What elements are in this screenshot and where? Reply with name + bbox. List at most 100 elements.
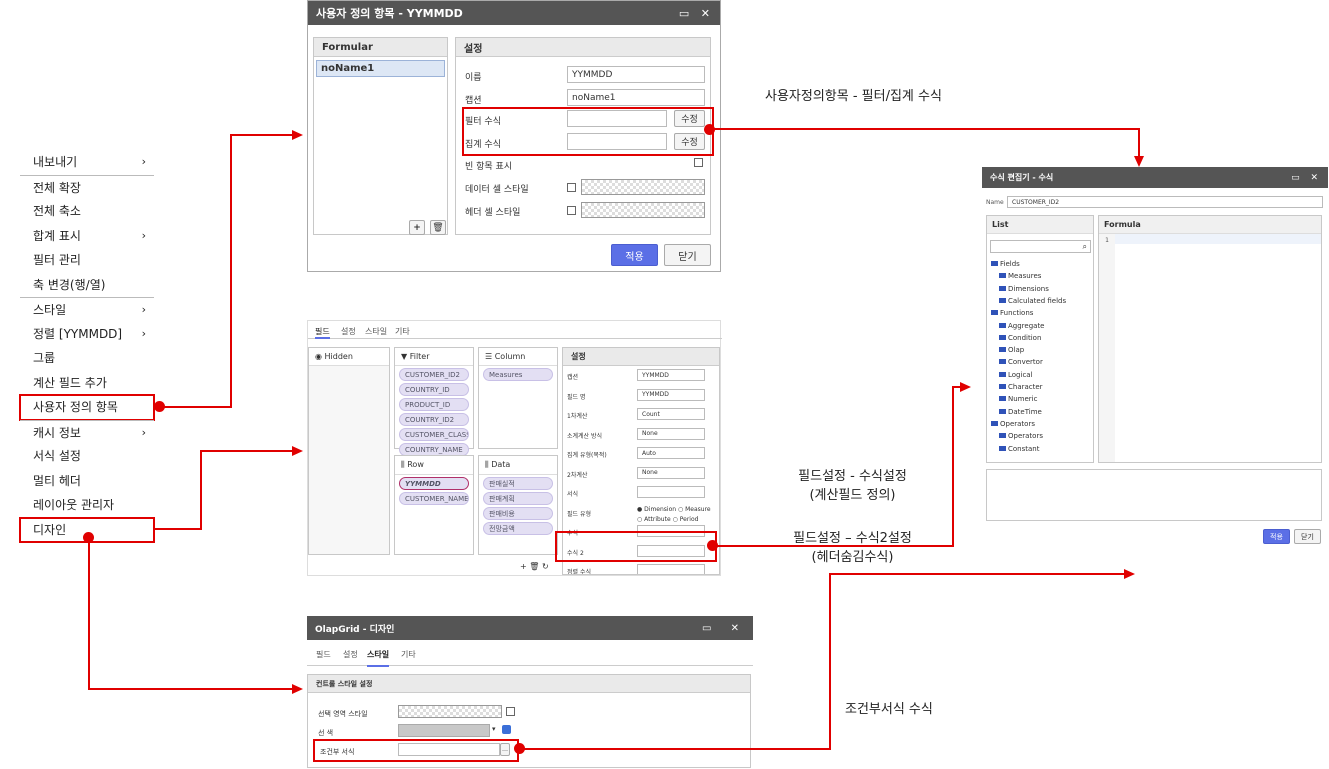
tree-item[interactable]: Logical: [999, 371, 1033, 379]
design-tab-etc[interactable]: 기타: [401, 649, 416, 660]
field-chip[interactable]: CUSTOMER_CLASS: [399, 428, 469, 441]
hidden-area[interactable]: ◉ Hidden: [308, 347, 390, 555]
chevron-right-icon: ›: [141, 425, 146, 439]
tab-settings[interactable]: 설정: [341, 326, 356, 337]
tree-item[interactable]: Constant: [999, 445, 1039, 453]
tree-item[interactable]: DateTime: [999, 408, 1042, 416]
header-style-swatch[interactable]: [581, 202, 705, 218]
menu-item[interactable]: 캐시 정보 ›: [20, 419, 154, 445]
tree-item[interactable]: Fields: [991, 260, 1020, 268]
field-chip[interactable]: PRODUCT_ID: [399, 398, 469, 411]
line-color-select[interactable]: [398, 724, 490, 737]
field-chip[interactable]: Measures: [483, 368, 553, 381]
formula-editor[interactable]: [1115, 234, 1321, 244]
formular-item[interactable]: noName1: [316, 60, 445, 77]
prop-row: 필드 명 YYMMDD: [563, 386, 719, 406]
menu-item[interactable]: 필터 관리: [20, 248, 154, 273]
field-props-header: 설정: [563, 348, 719, 366]
chevron-down-icon[interactable]: ▾: [492, 725, 496, 733]
prop-input[interactable]: None: [637, 427, 705, 440]
menu-item[interactable]: 전체 확장: [20, 174, 154, 200]
menu-item[interactable]: 축 변경(행/열): [20, 273, 154, 298]
field-chip[interactable]: COUNTRY_ID2: [399, 413, 469, 426]
column-area[interactable]: ☰ Column Measures: [478, 347, 558, 449]
formula-editor-dialog: 수식 편집기 - 수식 ▭ ✕ Name CUSTOMER_ID2 List ⌕…: [982, 167, 1328, 551]
tree-item[interactable]: Condition: [999, 334, 1041, 342]
field-chip[interactable]: CUSTOMER_ID2: [399, 368, 469, 381]
filter-area[interactable]: ▼ Filter CUSTOMER_ID2 COUNTRY_ID PRODUCT_I…: [394, 347, 474, 456]
tree-item[interactable]: Dimensions: [999, 285, 1049, 293]
field-chip[interactable]: 전망금액: [483, 522, 553, 535]
field-chip[interactable]: YYMMDD: [399, 477, 469, 490]
tab-field[interactable]: 필드: [315, 326, 330, 339]
tree-item[interactable]: Functions: [991, 309, 1033, 317]
context-menu: 내보내기 › 전체 확장 전체 축소 합계 표시 › 필터 관리 축 변경(행/열) 스타일 › 정…: [19, 150, 155, 543]
apply-button[interactable]: 적용: [611, 244, 658, 266]
selection-style-swatch[interactable]: [398, 705, 502, 718]
list-search-input[interactable]: ⌕: [990, 240, 1091, 253]
menu-item[interactable]: 내보내기 ›: [20, 150, 154, 175]
tree-item[interactable]: Aggregate: [999, 322, 1045, 330]
menu-item[interactable]: 계산 필드 추가: [20, 371, 154, 396]
name-input[interactable]: YYMMDD: [567, 66, 705, 83]
settings-header: 설정: [456, 38, 710, 57]
menu-item[interactable]: 서식 설정: [20, 444, 154, 469]
data-area[interactable]: ⫼ Data 판매실적 판매계획 판매비용 전망금액: [478, 455, 558, 555]
menu-item[interactable]: 레이아웃 관리자: [20, 493, 154, 518]
close-button[interactable]: 닫기: [664, 244, 711, 266]
tree-item[interactable]: Olap: [999, 346, 1024, 354]
caption-input[interactable]: noName1: [567, 89, 705, 106]
design-tab-style[interactable]: 스타일: [367, 649, 390, 667]
prop-input[interactable]: YYMMDD: [637, 388, 705, 401]
empty-item-checkbox[interactable]: [694, 158, 703, 167]
menu-item[interactable]: 사용자 정의 항목: [19, 394, 155, 421]
menu-item[interactable]: 정렬 [YYMMDD] ›: [20, 322, 154, 347]
prop-input[interactable]: [637, 486, 705, 498]
design-tab-field[interactable]: 필드: [316, 649, 331, 660]
formula-apply-button[interactable]: 적용: [1263, 529, 1290, 544]
field-chip[interactable]: 판매계획: [483, 492, 553, 505]
data-style-swatch[interactable]: [581, 179, 705, 195]
window-controls[interactable]: ▭ ✕: [679, 7, 720, 20]
prop-input[interactable]: Count: [637, 408, 705, 420]
field-chip[interactable]: 판매비용: [483, 507, 553, 520]
tree-item[interactable]: Calculated fields: [999, 297, 1066, 305]
field-chip[interactable]: 판매실적: [483, 477, 553, 490]
menu-item[interactable]: 합계 표시 ›: [20, 224, 154, 249]
prop-input[interactable]: [637, 564, 705, 574]
tree-item[interactable]: Measures: [999, 272, 1041, 280]
design-tab-settings[interactable]: 설정: [343, 649, 358, 660]
prop-input[interactable]: None: [637, 466, 705, 479]
line-color-checkbox[interactable]: [502, 725, 511, 734]
tree-item-label: Operators: [1000, 419, 1035, 428]
tree-item[interactable]: Numeric: [999, 395, 1037, 403]
radio-dimension[interactable]: ● Dimension: [637, 506, 676, 513]
formula-close-button[interactable]: 닫기: [1294, 529, 1321, 544]
menu-item[interactable]: 그룹: [20, 346, 154, 371]
menu-item[interactable]: 전체 축소: [20, 199, 154, 224]
tree-item[interactable]: Character: [999, 383, 1043, 391]
tree-item[interactable]: Operators: [991, 420, 1035, 428]
selection-style-checkbox[interactable]: [506, 707, 515, 716]
data-style-checkbox[interactable]: [567, 183, 576, 192]
tree-item-label: Constant: [1008, 444, 1040, 453]
prop-input[interactable]: Auto: [637, 447, 705, 459]
tab-etc[interactable]: 기타: [395, 326, 410, 337]
tab-style[interactable]: 스타일: [365, 326, 387, 337]
prop-row: 1차계산 Count: [563, 405, 719, 425]
prop-input[interactable]: YYMMDD: [637, 369, 705, 381]
field-chip[interactable]: COUNTRY_ID: [399, 383, 469, 396]
menu-item[interactable]: 스타일 ›: [20, 297, 154, 322]
field-chip[interactable]: CUSTOMER_NAME: [399, 492, 469, 505]
tree-item[interactable]: Operators: [999, 432, 1043, 440]
design-window-controls[interactable]: ▭ ✕: [702, 623, 753, 634]
delete-icon[interactable]: 🗑: [430, 220, 446, 235]
add-button[interactable]: +: [409, 220, 425, 235]
formula-name-input[interactable]: CUSTOMER_ID2: [1007, 196, 1323, 208]
menu-item[interactable]: 멀티 헤더: [20, 469, 154, 494]
tree-item[interactable]: Convertor: [999, 358, 1043, 366]
row-area[interactable]: ⫼ Row YYMMDD CUSTOMER_NAME: [394, 455, 474, 555]
header-style-checkbox[interactable]: [567, 206, 576, 215]
field-toolbar[interactable]: + 🗑 ↻: [520, 562, 549, 571]
formula-window-controls[interactable]: ▭ ✕: [1291, 173, 1328, 183]
